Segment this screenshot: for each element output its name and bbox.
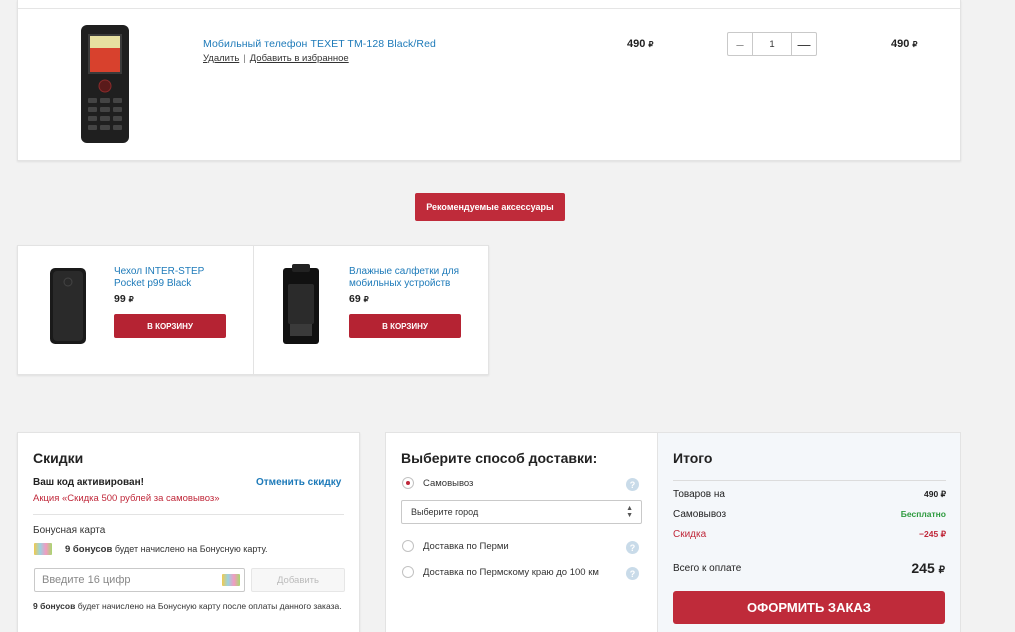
cancel-discount-link[interactable]: Отменить скидку [256, 477, 341, 488]
total-label: Всего к оплате [673, 563, 742, 574]
quantity-stepper: – 1 — [727, 32, 817, 56]
bonus-card-title: Бонусная карта [33, 525, 106, 536]
city-select-value: Выберите город [411, 507, 479, 517]
bonus-card-icon [222, 574, 240, 586]
delivery-title: Выберите способ доставки: [401, 450, 598, 466]
discounts-panel: Скидки Ваш код активирован! Отменить ски… [17, 432, 360, 632]
add-to-cart-button[interactable]: В КОРЗИНУ [349, 314, 461, 338]
accessory-price: 69 ₽ [349, 293, 369, 305]
discounts-title: Скидки [33, 450, 84, 466]
total-sum: 245 ₽ [911, 560, 945, 576]
item-total-price: 490 ₽ [891, 38, 918, 50]
place-order-button[interactable]: ОФОРМИТЬ ЗАКАЗ [673, 591, 945, 624]
bonus-note: 9 бонусов будет начислено на Бонусную ка… [65, 544, 268, 555]
accessory-title-link[interactable]: Чехол INTER-STEP Pocket p99 Black [114, 266, 234, 290]
delivery-radio-perm-region[interactable] [402, 566, 414, 578]
help-icon[interactable]: ? [626, 541, 639, 554]
city-select[interactable]: Выберите город ▲ ▼ [401, 500, 642, 524]
delivery-option-label: Доставка по Перми [423, 541, 509, 552]
help-icon[interactable]: ? [626, 567, 639, 580]
unit-price: 490 ₽ [627, 38, 654, 50]
actions-separator: | [243, 53, 246, 64]
delivery-radio-pickup[interactable] [402, 477, 414, 489]
summary-title: Итого [673, 450, 713, 466]
bonus-card-input[interactable]: Введите 16 цифр [34, 568, 245, 592]
summary-row-goods: Товаров на 490 ₽ [673, 489, 946, 500]
divider [18, 8, 960, 9]
product-image-phone[interactable] [80, 24, 130, 144]
order-summary-panel: Итого Товаров на 490 ₽ Самовывоз Бесплатно… [657, 432, 961, 632]
decrease-quantity-button[interactable]: – [728, 33, 752, 55]
promo-text: Акция «Скидка 500 рублей за самовывоз» [33, 493, 220, 504]
delivery-option-label: Самовывоз [423, 478, 474, 489]
bonus-card-placeholder: Введите 16 цифр [42, 574, 131, 586]
bonus-after-payment-note: 9 бонусов будет начислено на Бонусную ка… [33, 601, 342, 611]
bonus-card-icon [34, 543, 52, 555]
item-actions: Удалить | Добавить в избранное [203, 53, 349, 64]
delivery-panel: Выберите способ доставки: Самовывоз ? Вы… [385, 432, 657, 632]
help-icon[interactable]: ? [626, 478, 639, 491]
code-activated-text: Ваш код активирован! [33, 477, 144, 488]
select-arrows-icon: ▲ ▼ [626, 505, 633, 519]
recommended-accessories-button[interactable]: Рекомендуемые аксессуары [415, 193, 565, 221]
add-to-cart-button[interactable]: В КОРЗИНУ [114, 314, 226, 338]
delivery-option-label: Доставка по Пермскому краю до 100 км [423, 567, 599, 578]
add-bonus-card-button[interactable]: Добавить [251, 568, 345, 592]
quantity-input[interactable]: 1 [752, 33, 792, 55]
accessories-panel: Чехол INTER-STEP Pocket p99 Black 99 ₽ В… [17, 245, 489, 375]
summary-row-delivery: Самовывоз Бесплатно [673, 509, 946, 520]
product-image-case[interactable] [47, 266, 89, 346]
cart-item-card: Мобильный телефон TEXET TM-128 Black/Red… [17, 0, 961, 161]
product-image-wipes[interactable] [280, 264, 322, 346]
accessory-price: 99 ₽ [114, 293, 134, 305]
remove-link[interactable]: Удалить [203, 53, 239, 64]
delivery-radio-perm[interactable] [402, 540, 414, 552]
divider [253, 246, 254, 374]
accessory-title-link[interactable]: Влажные салфетки для мобильных устройств… [349, 266, 469, 290]
divider [33, 514, 344, 515]
increase-quantity-button[interactable]: — [792, 33, 816, 55]
divider [673, 480, 946, 481]
product-title-link[interactable]: Мобильный телефон TEXET TM-128 Black/Red [203, 38, 436, 50]
summary-row-discount: Скидка −245 ₽ [673, 529, 946, 540]
add-to-favorites-link[interactable]: Добавить в избранное [250, 53, 349, 64]
